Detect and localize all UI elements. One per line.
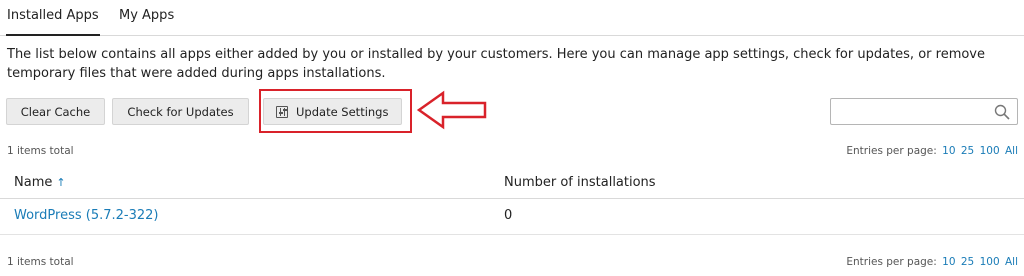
page-size-100[interactable]: 100 [980,145,1000,157]
page-description: The list below contains all apps either … [7,47,985,81]
page-size-all[interactable]: All [1005,256,1018,268]
sort-ascending-icon: ↑ [56,176,66,189]
items-total-top: 1 items total [7,145,74,157]
search-input[interactable] [831,99,991,124]
entries-label: Entries per page: [846,256,937,268]
app-name-link[interactable]: WordPress (5.7.2-322) [14,208,159,223]
column-name-label: Name [14,175,53,190]
tab-my-apps[interactable]: My Apps [119,8,174,23]
entries-label: Entries per page: [846,145,937,157]
page-size-10[interactable]: 10 [942,145,955,157]
clear-cache-button[interactable]: Clear Cache [6,98,105,125]
column-header-installations: Number of installations [504,175,656,190]
page-size-25[interactable]: 25 [961,145,974,157]
check-for-updates-button[interactable]: Check for Updates [112,98,249,125]
page-size-10[interactable]: 10 [942,256,955,268]
installations-count: 0 [504,208,513,223]
search-box[interactable] [830,98,1018,125]
highlight-box [259,89,412,133]
table-header: Name ↑ Number of installations [0,163,1024,199]
entries-per-page-top: Entries per page: 10 25 100 All [846,145,1018,157]
page-size-all[interactable]: All [1005,145,1018,157]
page-size-25[interactable]: 25 [961,256,974,268]
tab-installed-apps[interactable]: Installed Apps [6,8,100,36]
search-icon[interactable] [994,104,1010,120]
page-size-100[interactable]: 100 [980,256,1000,268]
tab-bar: Installed Apps My Apps [0,0,1024,36]
column-header-name[interactable]: Name ↑ [14,175,66,190]
table-row: WordPress (5.7.2-322) 0 [0,199,1024,235]
entries-per-page-bottom: Entries per page: 10 25 100 All [846,256,1018,268]
left-arrow-annotation [416,90,487,130]
items-total-bottom: 1 items total [7,256,74,268]
